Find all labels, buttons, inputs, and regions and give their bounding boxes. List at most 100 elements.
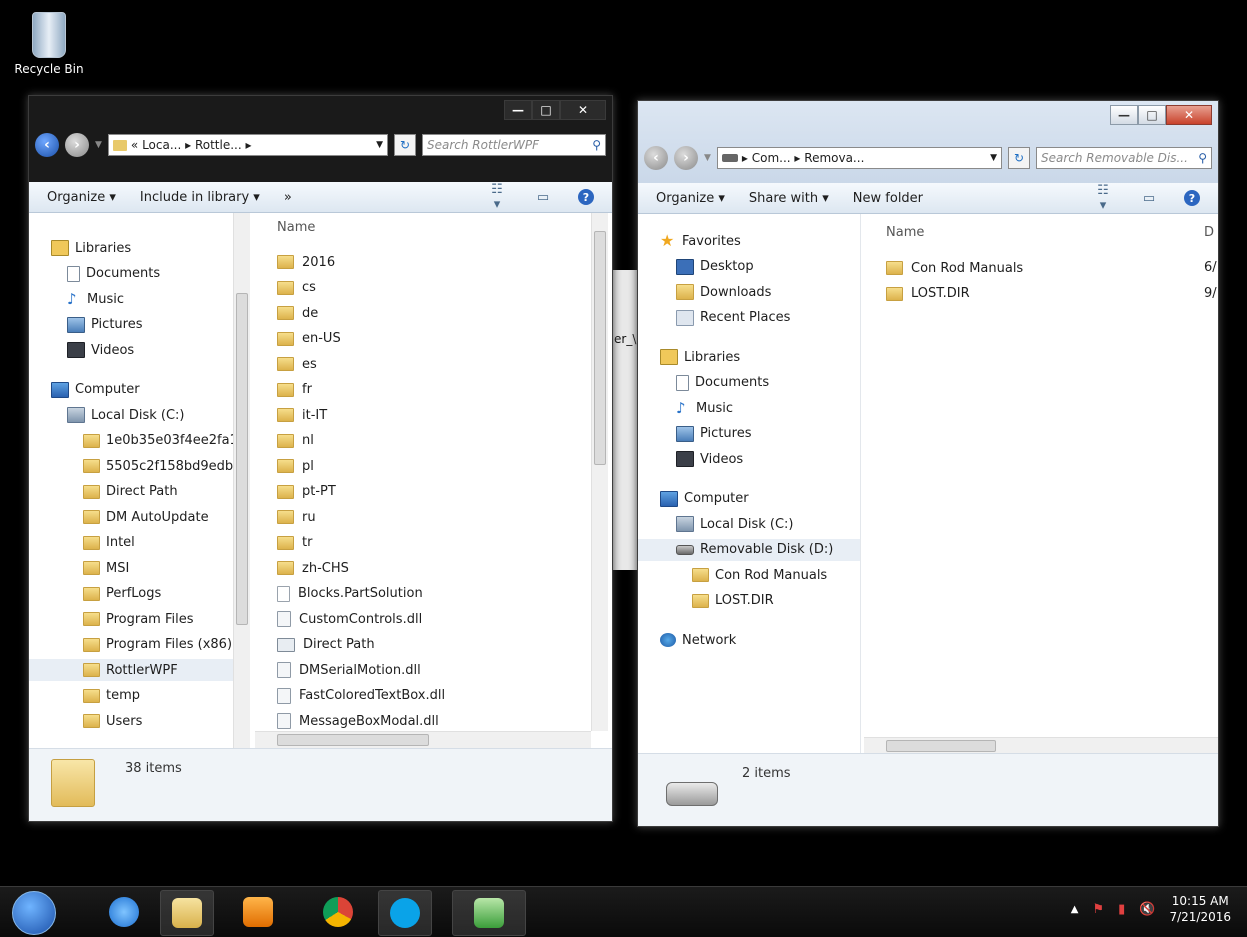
file-row[interactable]: de bbox=[277, 302, 318, 324]
nav-item-network[interactable]: Network bbox=[638, 629, 860, 651]
include-in-library-button[interactable]: Include in library ▾ bbox=[140, 190, 260, 205]
nav-item-lost-dir[interactable]: LOST.DIR bbox=[638, 590, 860, 612]
back-button[interactable]: ‹ bbox=[35, 133, 59, 157]
action-center-icon[interactable]: ⚑ bbox=[1092, 902, 1104, 917]
left-explorer-window[interactable]: — □ ✕ ‹ › ▼ « Loca... ▸ Rottle... ▸ ▼ ↻ … bbox=[28, 95, 613, 822]
file-row[interactable]: 2016 bbox=[277, 251, 335, 273]
file-list-horizontal-scrollbar[interactable] bbox=[255, 731, 591, 748]
nav-item-program-files-x86[interactable]: Program Files (x86) bbox=[29, 634, 249, 656]
file-row[interactable]: nl bbox=[277, 430, 314, 452]
taskbar-remote-transfer[interactable] bbox=[452, 890, 526, 936]
maximize-button[interactable]: □ bbox=[532, 100, 560, 120]
more-commands-button[interactable]: » bbox=[284, 190, 292, 205]
new-folder-button[interactable]: New folder bbox=[853, 191, 923, 206]
minimize-button[interactable]: — bbox=[1110, 105, 1138, 125]
nav-item-con-rod-manuals[interactable]: Con Rod Manuals bbox=[638, 564, 860, 586]
nav-item-1e0b35e03f4ee2fa1[interactable]: 1e0b35e03f4ee2fa1 bbox=[29, 430, 249, 452]
help-icon[interactable]: ? bbox=[1184, 190, 1200, 206]
nav-item-rottlerwpf[interactable]: RottlerWPF bbox=[29, 659, 249, 681]
network-status-icon[interactable]: ▮ bbox=[1118, 902, 1125, 917]
recent-pages-dropdown[interactable]: ▼ bbox=[95, 140, 102, 150]
nav-item-favorites[interactable]: ★ Favorites bbox=[638, 230, 860, 252]
help-icon[interactable]: ? bbox=[578, 189, 594, 205]
nav-item-users[interactable]: Users bbox=[29, 710, 249, 732]
nav-item-temp[interactable]: temp bbox=[29, 685, 249, 707]
nav-item-videos[interactable]: Videos bbox=[638, 448, 860, 470]
close-button[interactable]: ✕ bbox=[560, 100, 606, 120]
organize-button[interactable]: Organize ▾ bbox=[47, 190, 116, 205]
file-row[interactable]: tr bbox=[277, 532, 312, 554]
file-row[interactable]: es bbox=[277, 353, 317, 375]
left-nav-vertical-scrollbar[interactable] bbox=[233, 213, 250, 749]
file-row[interactable]: zh-CHS bbox=[277, 557, 349, 579]
nav-item-program-files[interactable]: Program Files bbox=[29, 608, 249, 630]
file-row[interactable]: Direct Path bbox=[277, 634, 375, 656]
nav-item-libraries[interactable]: Libraries bbox=[638, 346, 860, 368]
nav-item-recent-places[interactable]: Recent Places bbox=[638, 307, 860, 329]
start-button[interactable] bbox=[12, 891, 56, 935]
column-header-name[interactable]: Name bbox=[886, 225, 924, 240]
nav-item-msi[interactable]: MSI bbox=[29, 557, 249, 579]
nav-item-dm-autoupdate[interactable]: DM AutoUpdate bbox=[29, 506, 249, 528]
file-row[interactable]: LOST.DIR bbox=[886, 283, 970, 305]
file-list-h-scroll-thumb[interactable] bbox=[277, 734, 429, 746]
forward-button[interactable]: › bbox=[65, 133, 89, 157]
close-button[interactable]: ✕ bbox=[1166, 105, 1212, 125]
file-row[interactable]: Con Rod Manuals bbox=[886, 257, 1023, 279]
column-header-date[interactable]: D bbox=[1204, 225, 1214, 240]
maximize-button[interactable]: □ bbox=[1138, 105, 1166, 125]
nav-item-direct-path[interactable]: Direct Path bbox=[29, 481, 249, 503]
file-row[interactable]: it-IT bbox=[277, 404, 327, 426]
file-row[interactable]: CustomControls.dll bbox=[277, 608, 422, 630]
nav-item-downloads[interactable]: Downloads bbox=[638, 281, 860, 303]
refresh-button[interactable]: ↻ bbox=[1008, 147, 1030, 169]
nav-item-music[interactable]: ♪ Music bbox=[638, 397, 860, 419]
share-with-button[interactable]: Share with ▾ bbox=[749, 191, 829, 206]
nav-item-5505c2f158bd9edb[interactable]: 5505c2f158bd9edb bbox=[29, 455, 249, 477]
volume-muted-icon[interactable]: 🔇 bbox=[1139, 902, 1155, 917]
show-hidden-icons-button[interactable]: ▲ bbox=[1071, 904, 1079, 915]
taskbar-internet-explorer[interactable] bbox=[98, 890, 150, 934]
nav-item-removable-disk-d[interactable]: Removable Disk (D:) bbox=[638, 538, 860, 561]
view-options-icon[interactable]: ☷ ▾ bbox=[1092, 183, 1114, 213]
column-header-name[interactable]: Name bbox=[277, 220, 315, 235]
address-dropdown-icon[interactable]: ▼ bbox=[990, 153, 997, 163]
taskbar-media-player[interactable] bbox=[232, 890, 284, 934]
nav-item-documents[interactable]: Documents bbox=[29, 263, 249, 285]
nav-item-local-disk-c[interactable]: Local Disk (C:) bbox=[638, 513, 860, 535]
recycle-bin[interactable]: Recycle Bin bbox=[14, 8, 84, 76]
right-explorer-window[interactable]: — □ ✕ ‹ › ▼ ▸ Com... ▸ Remova... ▼ ↻ Sea… bbox=[637, 100, 1219, 827]
file-list-h-scroll-thumb[interactable] bbox=[886, 740, 996, 752]
taskbar-chrome[interactable] bbox=[312, 890, 364, 934]
search-input[interactable]: Search Removable Dis... ⚲ bbox=[1036, 147, 1212, 169]
address-bar[interactable]: ▸ Com... ▸ Remova... ▼ bbox=[716, 147, 1002, 169]
file-row[interactable]: en-US bbox=[277, 328, 341, 350]
nav-item-intel[interactable]: Intel bbox=[29, 532, 249, 554]
organize-button[interactable]: Organize ▾ bbox=[656, 191, 725, 206]
nav-item-perflogs[interactable]: PerfLogs bbox=[29, 583, 249, 605]
refresh-button[interactable]: ↻ bbox=[394, 134, 416, 156]
nav-item-videos[interactable]: Videos bbox=[29, 339, 249, 361]
view-options-icon[interactable]: ☷ ▾ bbox=[486, 182, 508, 212]
file-row[interactable]: ru bbox=[277, 506, 316, 528]
preview-pane-icon[interactable]: ▭ bbox=[1138, 191, 1160, 206]
taskbar-file-explorer[interactable] bbox=[160, 890, 214, 936]
nav-item-pictures[interactable]: Pictures bbox=[29, 314, 249, 336]
file-row[interactable]: Blocks.PartSolution bbox=[277, 583, 423, 605]
file-row[interactable]: cs bbox=[277, 277, 316, 299]
file-row[interactable]: pt-PT bbox=[277, 481, 336, 503]
nav-item-desktop[interactable]: Desktop bbox=[638, 256, 860, 278]
nav-item-computer[interactable]: Computer bbox=[638, 488, 860, 510]
minimize-button[interactable]: — bbox=[504, 100, 532, 120]
file-row[interactable]: MessageBoxModal.dll bbox=[277, 710, 439, 732]
file-row[interactable]: fr bbox=[277, 379, 312, 401]
nav-item-computer[interactable]: Computer bbox=[29, 379, 249, 401]
file-list-horizontal-scrollbar[interactable] bbox=[864, 737, 1218, 754]
file-row[interactable]: FastColoredTextBox.dll bbox=[277, 685, 445, 707]
address-dropdown-icon[interactable]: ▼ bbox=[376, 140, 383, 150]
file-row[interactable]: pl bbox=[277, 455, 314, 477]
nav-item-local-disk-c[interactable]: Local Disk (C:) bbox=[29, 404, 249, 426]
nav-item-documents[interactable]: Documents bbox=[638, 372, 860, 394]
nav-item-music[interactable]: ♪ Music bbox=[29, 288, 249, 310]
search-input[interactable]: Search RottlerWPF ⚲ bbox=[422, 134, 606, 156]
